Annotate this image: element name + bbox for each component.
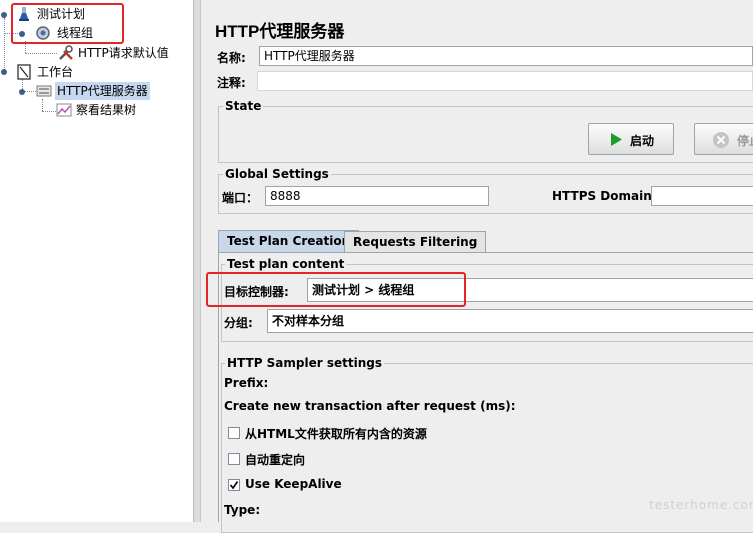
start-button-label: 启动: [630, 134, 655, 148]
state-legend: State: [223, 99, 264, 113]
global-settings-legend: Global Settings: [223, 167, 331, 181]
expand-handle-icon[interactable]: [1, 69, 7, 75]
checkbox-box: [228, 427, 240, 439]
name-field[interactable]: HTTP代理服务器: [259, 46, 753, 66]
use-keepalive-checkbox[interactable]: Use KeepAlive: [228, 477, 428, 493]
prefix-label: Prefix:: [224, 376, 269, 390]
tree-item-label: 察看结果树: [76, 103, 137, 117]
workbench-icon: [17, 64, 31, 80]
port-label: 端口：: [222, 191, 259, 205]
type-label: Type:: [224, 503, 261, 517]
checkmark-icon: [229, 481, 239, 490]
proxy-server-icon: [36, 85, 52, 97]
tree-item-workbench[interactable]: 工作台: [14, 63, 94, 81]
expand-handle-icon[interactable]: [1, 12, 7, 18]
checkbox-label: Use KeepAlive: [245, 477, 342, 491]
tree-item-http-defaults[interactable]: HTTP请求默认值: [58, 44, 190, 62]
http-sampler-settings-legend: HTTP Sampler settings: [225, 356, 384, 370]
test-plan-content-legend: Test plan content: [225, 257, 347, 271]
stop-button-label: 停止: [737, 134, 753, 148]
panel-splitter[interactable]: [193, 0, 201, 522]
grouping-label: 分组:: [224, 316, 253, 330]
highlight-box: [11, 3, 124, 44]
tree-connector: [4, 18, 5, 72]
tab-test-plan-creation[interactable]: Test Plan Creation: [218, 230, 360, 253]
comment-label: 注释:: [217, 76, 246, 90]
watermark: testerhome.com: [649, 498, 753, 512]
grouping-select[interactable]: 不对样本分组: [267, 309, 753, 333]
tree-item-label: HTTP请求默认值: [78, 46, 169, 60]
tree-connector: [42, 99, 43, 111]
https-domains-field[interactable]: [651, 186, 753, 206]
checkbox-box: [228, 453, 240, 465]
checkbox-label: 从HTML文件获取所有内含的资源: [245, 427, 427, 441]
name-label: 名称:: [217, 51, 246, 65]
https-domains-label: HTTPS Domains:: [552, 189, 664, 203]
tree-item-results-tree[interactable]: 察看结果树: [56, 101, 156, 119]
tree-connector: [42, 111, 56, 112]
comment-field[interactable]: [257, 71, 753, 91]
results-tree-icon: [56, 103, 72, 117]
play-icon: [611, 133, 622, 146]
stop-button[interactable]: 停止: [694, 123, 753, 155]
retrieve-resources-checkbox[interactable]: 从HTML文件获取所有内含的资源: [228, 425, 528, 441]
wrench-icon: [59, 45, 73, 60]
transaction-delay-label: Create new transaction after request (ms…: [224, 399, 516, 413]
tab-requests-filtering[interactable]: Requests Filtering: [344, 231, 487, 253]
highlight-box: [206, 272, 466, 307]
port-field[interactable]: 8888: [265, 186, 489, 206]
start-button[interactable]: 启动: [588, 123, 674, 155]
tree-item-label: HTTP代理服务器: [55, 82, 150, 100]
tree-item-label: 工作台: [37, 65, 74, 79]
tree-item-proxy-server[interactable]: HTTP代理服务器: [36, 82, 154, 100]
tree-connector: [25, 53, 57, 54]
expand-handle-icon[interactable]: [19, 89, 25, 95]
test-plan-tree[interactable]: 测试计划 线程组 HTTP请求默认值 工作台 HTTP代理服务器 察看结果树: [0, 0, 193, 522]
checkbox-label: 自动重定向: [245, 453, 306, 467]
proxy-server-panel: HTTP代理服务器 名称: HTTP代理服务器 注释: State 启动 停止 …: [201, 0, 753, 533]
auto-redirect-checkbox[interactable]: 自动重定向: [228, 451, 428, 467]
stop-icon: [713, 132, 729, 148]
page-title: HTTP代理服务器: [215, 22, 345, 41]
checkbox-box: [228, 479, 240, 491]
